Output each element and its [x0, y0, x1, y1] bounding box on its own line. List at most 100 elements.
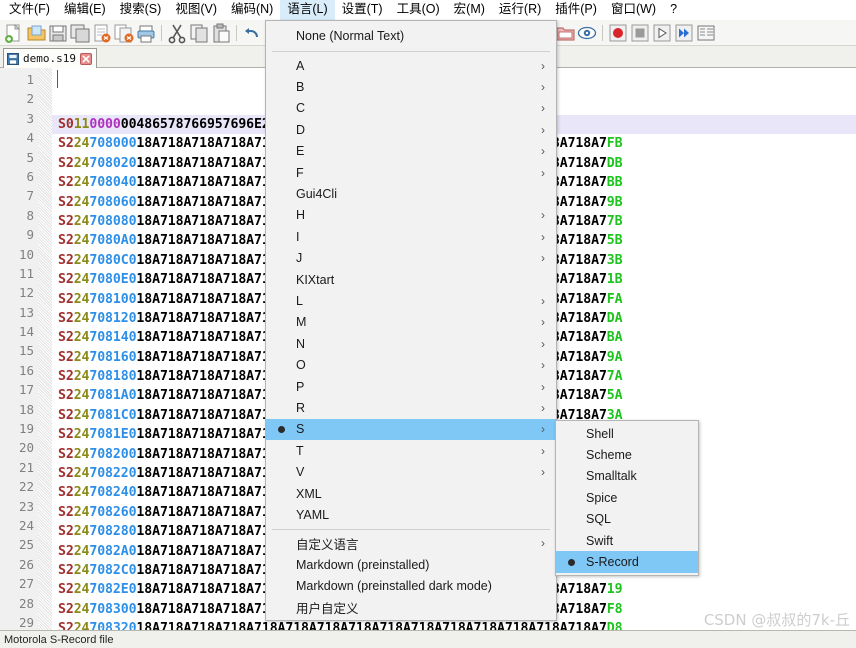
print-icon[interactable]: [135, 22, 157, 44]
menu-item-shell[interactable]: Shell: [556, 423, 698, 444]
menu-0[interactable]: 文件(F): [2, 0, 57, 20]
menu-item-s-record[interactable]: S-Record: [556, 551, 698, 573]
menu-item-m[interactable]: M ›: [266, 312, 556, 333]
menu-item-[interactable]: 自定义语言 ›: [266, 533, 556, 554]
menu-item-swift[interactable]: Swift: [556, 530, 698, 551]
record-type: S2: [58, 582, 74, 598]
save-icon[interactable]: [47, 22, 69, 44]
menu-item-v[interactable]: V ›: [266, 461, 556, 482]
line-number: 1: [26, 72, 34, 87]
cut-icon[interactable]: [166, 22, 188, 44]
record-macro-icon[interactable]: [607, 22, 629, 44]
byte-count: 24: [73, 175, 90, 191]
record-type: S2: [58, 272, 74, 288]
line-number: 21: [18, 459, 34, 475]
menu-item-none-normal-text[interactable]: None (Normal Text): [266, 23, 556, 48]
menu-item-o[interactable]: O ›: [266, 354, 556, 375]
menu-item-[interactable]: 用户自定义: [266, 597, 556, 618]
menu-item-t[interactable]: T ›: [266, 440, 556, 461]
menu-11[interactable]: 窗口(W): [604, 0, 663, 20]
stop-recording-icon[interactable]: [629, 22, 651, 44]
copy-icon[interactable]: [188, 22, 210, 44]
menu-item-b[interactable]: B ›: [266, 76, 556, 97]
address-field: 708040: [89, 175, 137, 191]
open-file-icon[interactable]: [25, 22, 47, 44]
menu-item-f[interactable]: F ›: [266, 162, 556, 183]
paste-icon[interactable]: [210, 22, 232, 44]
menu-4[interactable]: 编码(N): [224, 0, 280, 20]
fold-margin[interactable]: [38, 68, 52, 630]
menu-6[interactable]: 设置(T): [335, 0, 390, 20]
menu-item-label: N: [296, 336, 306, 351]
menu-item-e[interactable]: E ›: [266, 141, 556, 162]
menu-item-markdown-preinstalled-dark-mode[interactable]: Markdown (preinstalled dark mode): [266, 575, 556, 596]
menu-item-smalltalk[interactable]: Smalltalk: [556, 466, 698, 487]
byte-count: 24: [73, 524, 90, 540]
menu-item-d[interactable]: D ›: [266, 119, 556, 140]
menu-item-gui4cli[interactable]: Gui4Cli: [266, 183, 556, 204]
menu-item-scheme[interactable]: Scheme: [556, 444, 698, 465]
menu-item-label: None (Normal Text): [296, 28, 405, 43]
line-number: 4: [26, 130, 34, 146]
menu-3[interactable]: 视图(V): [168, 0, 224, 20]
menu-item-yaml[interactable]: YAML: [266, 504, 556, 525]
menu-item-spice[interactable]: Spice: [556, 487, 698, 508]
menu-5[interactable]: 语言(L): [280, 0, 335, 20]
menu-item-markdown-preinstalled[interactable]: Markdown (preinstalled): [266, 554, 556, 575]
run-icon[interactable]: [695, 22, 717, 44]
menu-item-xml[interactable]: XML: [266, 483, 556, 504]
menu-item-r[interactable]: R ›: [266, 397, 556, 418]
menu-12[interactable]: ?: [663, 0, 684, 20]
tab-demo-s19[interactable]: demo.s19: [3, 48, 97, 68]
line-number: 3: [26, 110, 34, 126]
submenu-arrow-icon: ›: [541, 379, 545, 394]
record-type: S2: [58, 621, 74, 630]
show-preview-icon[interactable]: [576, 22, 598, 44]
menu-item-sql[interactable]: SQL: [556, 509, 698, 530]
menu-1[interactable]: 编辑(E): [57, 0, 113, 20]
save-all-icon[interactable]: [69, 22, 91, 44]
close-all-files-icon[interactable]: [113, 22, 135, 44]
selected-bullet-icon: [567, 558, 575, 566]
address-field: 7082E0: [89, 582, 137, 598]
close-file-icon[interactable]: [91, 22, 113, 44]
record-type: S2: [58, 524, 74, 540]
menu-item-label: B: [296, 80, 305, 95]
menu-8[interactable]: 宏(M): [447, 0, 492, 20]
checksum-field: 19: [606, 582, 623, 598]
menu-item-l[interactable]: L ›: [266, 290, 556, 311]
menu-9[interactable]: 运行(R): [492, 0, 548, 20]
new-file-icon[interactable]: [3, 22, 25, 44]
checksum-field: 9B: [606, 194, 623, 210]
play-macro-icon[interactable]: [651, 22, 673, 44]
menu-item-a[interactable]: A ›: [266, 55, 556, 76]
menu-item-h[interactable]: H ›: [266, 205, 556, 226]
line-number: 19: [18, 421, 34, 437]
byte-count: 24: [73, 310, 90, 326]
menu-10[interactable]: 插件(P): [548, 0, 604, 20]
undo-icon[interactable]: [241, 22, 263, 44]
menu-item-s[interactable]: S ›: [266, 418, 556, 441]
s-submenu-popup[interactable]: Shell Scheme Smalltalk Spice SQL Swift S-Recor…: [555, 420, 699, 576]
byte-count: 24: [73, 562, 90, 578]
saved-document-icon: [7, 52, 19, 65]
address-field: 708260: [89, 504, 137, 520]
byte-count: 11: [73, 117, 90, 132]
menu-item-j[interactable]: J ›: [266, 248, 556, 269]
menu-item-n[interactable]: N ›: [266, 333, 556, 354]
menu-2[interactable]: 搜索(S): [113, 0, 169, 20]
menu-item-i[interactable]: I ›: [266, 226, 556, 247]
menu-7[interactable]: 工具(O): [390, 0, 447, 20]
submenu-arrow-icon: ›: [541, 58, 545, 73]
tab-label: demo.s19: [23, 52, 76, 65]
menu-item-c[interactable]: C ›: [266, 98, 556, 119]
menu-item-kixtart[interactable]: KIXtart: [266, 269, 556, 290]
menu-item-label: Markdown (preinstalled): [296, 557, 430, 572]
menu-item-label: SQL: [586, 512, 612, 527]
folder-as-workspace-icon[interactable]: [554, 22, 576, 44]
close-tab-icon[interactable]: [79, 52, 92, 65]
menu-item-p[interactable]: P ›: [266, 376, 556, 397]
language-menu-popup[interactable]: None (Normal Text) A › B › C › D › E › F › Gui4Cli H › I…: [265, 20, 557, 622]
menu-bar: 文件(F) 编辑(E) 搜索(S) 视图(V) 编码(N) 语言(L) 设置(T) 工具(O)…: [0, 0, 856, 20]
run-macro-multiple-icon[interactable]: [673, 22, 695, 44]
